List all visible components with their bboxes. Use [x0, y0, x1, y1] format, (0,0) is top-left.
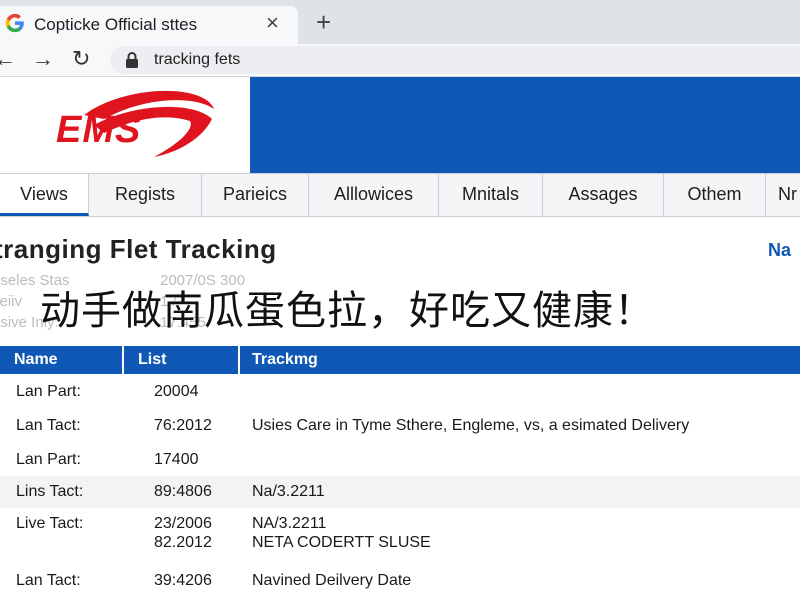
main-nav: Views Regists Pariеics Alllowices Mnital… [0, 173, 800, 217]
reload-icon[interactable]: ↻ [72, 46, 90, 72]
close-tab-icon[interactable]: × [266, 11, 279, 35]
cell-tracking: NA/3.2211 [252, 515, 327, 532]
nav-tab-pariеics[interactable]: Pariеics [202, 174, 309, 216]
cell-name: Lan Part: [16, 383, 81, 400]
table-row[interactable]: Live Tact: 23/2006 82.2012 NA/3.2211 NET… [0, 508, 800, 560]
cell-tracking: Usies Care in Tyme Sthere, Engleme, vs, … [252, 417, 690, 434]
cell-list: 39:4206 [154, 572, 212, 589]
site-header: EMS [0, 77, 800, 173]
new-tab-button[interactable]: + [316, 8, 331, 36]
table-row[interactable]: Lan Part: 20004 [0, 374, 800, 408]
cell-list: 17400 [154, 451, 199, 468]
nav-tab-views[interactable]: Views [0, 174, 89, 216]
nav-tab-regists[interactable]: Regists [89, 174, 202, 216]
back-icon[interactable]: ← [0, 46, 16, 72]
table-row[interactable]: Lan Tact: 39:4206 Navined Deilvery Date [0, 560, 800, 600]
cell-name: Lan Tact: [16, 417, 81, 434]
cell-list: 23/2006 [154, 515, 212, 532]
cell-tracking-secondary: NETA CODERTT SLUSE [252, 534, 431, 551]
tracking-table: Name List Trackmg Lan Part: 20004 Lan Ta… [0, 346, 800, 600]
cell-name: Lan Tact: [16, 572, 81, 589]
browser-tab-strip: Copticke Official sttes × + [0, 0, 800, 44]
page-title: tranging Flet Tracking [0, 234, 277, 264]
column-header-name[interactable]: Name [14, 346, 58, 374]
nav-tab-assages[interactable]: Assages [543, 174, 664, 216]
nav-tab-more[interactable]: Nr [766, 174, 800, 216]
browser-tab[interactable]: Copticke Official sttes × [0, 6, 298, 44]
cell-tracking: Na/3.2211 [252, 483, 325, 500]
ems-logo[interactable]: EMS [0, 77, 248, 173]
google-favicon-icon [5, 13, 24, 33]
cell-list-secondary: 82.2012 [154, 534, 212, 551]
header-banner [250, 77, 800, 173]
tab-title: Copticke Official sttes [34, 15, 198, 34]
cell-name: Lins Tact: [16, 483, 84, 500]
nav-tab-allowices[interactable]: Alllowices [309, 174, 439, 216]
forward-icon[interactable]: → [32, 46, 54, 72]
nav-tab-othem[interactable]: Othem [664, 174, 766, 216]
overlay-caption: 动手做南瓜蛋色拉，好吃又健康！ [40, 288, 655, 334]
url-text: tracking fets [154, 51, 241, 68]
cell-tracking: Navined Deilvery Date [252, 572, 412, 589]
address-bar[interactable]: tracking fets [110, 46, 800, 74]
corner-link[interactable]: Na [768, 240, 791, 261]
table-row[interactable]: Lan Part: 17400 [0, 442, 800, 476]
nav-tab-mnitals[interactable]: Mnitals [439, 174, 543, 216]
cell-list: 76:2012 [154, 417, 212, 434]
cell-list: 20004 [154, 383, 199, 400]
summary-label: ceiiv [0, 293, 23, 310]
cell-name: Live Tact: [16, 515, 84, 532]
cell-name: Lan Part: [16, 451, 81, 468]
logo-text: EMS [56, 109, 142, 151]
column-header-list[interactable]: List [122, 346, 238, 374]
column-header-tracking[interactable]: Trackmg [238, 346, 318, 374]
cell-list: 89:4806 [154, 483, 212, 500]
lock-icon [126, 52, 138, 68]
browser-toolbar: ← → ↻ tracking fets [0, 44, 800, 77]
table-header: Name List Trackmg [0, 346, 800, 374]
table-row[interactable]: Lan Tact: 76:2012 Usies Care in Tyme Sth… [0, 408, 800, 442]
table-row[interactable]: Lins Tact: 89:4806 Na/3.2211 [0, 476, 800, 508]
